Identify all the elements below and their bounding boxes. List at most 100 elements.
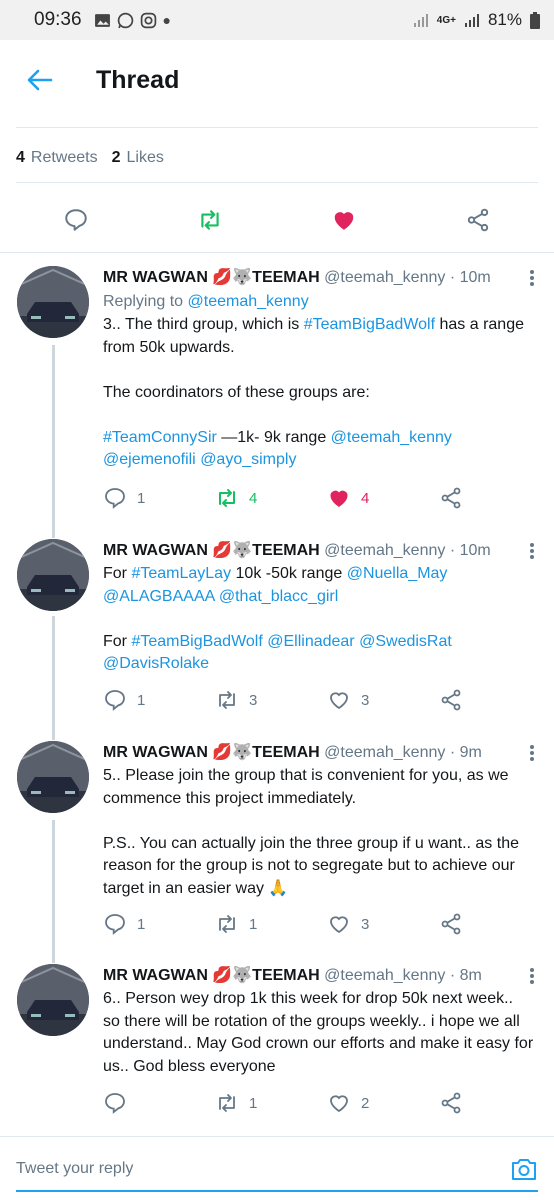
replying-handle[interactable]: @teemah_kenny <box>188 293 309 310</box>
hashtag-link[interactable]: #TeamConnySir <box>103 429 217 446</box>
retweet-button[interactable]: 1 <box>215 912 285 936</box>
author-handle[interactable]: @teemah_kenny <box>324 967 445 984</box>
retweet-button[interactable]: 1 <box>215 1091 285 1115</box>
page-title: Thread <box>96 65 180 94</box>
share-button[interactable] <box>439 1091 463 1115</box>
reply-button[interactable]: 1 <box>103 486 173 510</box>
text: The coordinators of these groups are: <box>103 383 370 401</box>
tweet-actions: 1 3 3 <box>103 685 463 715</box>
tweet-time: · 10m <box>449 269 491 286</box>
author-handle[interactable]: @teemah_kenny <box>324 542 445 559</box>
mention-link[interactable]: @Nuella_May <box>347 565 448 582</box>
retweet-icon <box>219 691 235 709</box>
share-icon <box>441 487 461 509</box>
hashtag-link[interactable]: #TeamBigBadWolf <box>304 316 435 333</box>
tweet-time: · 10m <box>449 542 491 559</box>
more-options-icon[interactable] <box>524 268 540 288</box>
mention-link[interactable]: @Ellinadear <box>267 633 354 650</box>
composer-underline <box>16 1190 538 1192</box>
text: 6.. Person wey drop 1k this week for dro… <box>103 990 534 1075</box>
author-handle[interactable]: @teemah_kenny <box>324 744 445 761</box>
share-button[interactable] <box>439 486 463 510</box>
hashtag-link[interactable]: #TeamBigBadWolf <box>131 633 262 650</box>
mention-link[interactable]: @teemah_kenny <box>331 429 452 446</box>
reply-icon <box>105 1093 125 1114</box>
reply-icon <box>105 690 125 711</box>
mention-link[interactable]: @ayo_simply <box>200 451 296 468</box>
text: 5.. Please join the group that is conven… <box>103 767 509 807</box>
text: For <box>103 565 132 582</box>
reply-composer[interactable]: Tweet your reply <box>0 1136 554 1200</box>
share-icon <box>441 689 461 711</box>
back-arrow-icon <box>27 69 53 91</box>
retweet-icon[interactable] <box>196 207 224 233</box>
app-header: Thread <box>0 40 554 120</box>
like-button[interactable]: 2 <box>327 1091 397 1115</box>
mention-link[interactable]: @that_blacc_girl <box>219 588 338 605</box>
author-name[interactable]: MR WAGWAN 💋🐺TEEMAH <box>103 744 320 761</box>
divider <box>16 127 538 128</box>
author-name[interactable]: MR WAGWAN 💋🐺TEEMAH <box>103 269 320 286</box>
more-options-icon[interactable] <box>524 966 540 986</box>
reply-icon[interactable] <box>63 207 89 233</box>
share-button[interactable] <box>439 912 463 936</box>
like-icon <box>330 490 348 507</box>
tweet-meta: MR WAGWAN 💋🐺TEEMAH @teemah_kenny · 9m <box>103 741 534 765</box>
camera-icon[interactable] <box>510 1156 538 1182</box>
reply-button[interactable] <box>103 1091 173 1115</box>
tweet-time: · 9m <box>449 744 482 761</box>
tweet-body: 6.. Person wey drop 1k this week for dro… <box>103 988 534 1078</box>
like-button[interactable]: 3 <box>327 912 397 936</box>
thread-connector <box>52 345 55 538</box>
tweet-actions: 1 2 <box>103 1088 463 1118</box>
mention-link[interactable]: @SwedisRat <box>359 633 452 650</box>
more-options-icon[interactable] <box>524 743 540 763</box>
reply-icon <box>105 914 125 935</box>
avatar[interactable] <box>17 741 89 813</box>
wifi-signal-icon <box>413 14 428 27</box>
more-options-icon[interactable] <box>524 541 540 561</box>
like-count: 3 <box>361 691 370 709</box>
like-button[interactable]: 3 <box>327 688 397 712</box>
reply-input[interactable]: Tweet your reply <box>16 1160 133 1178</box>
share-button[interactable] <box>439 688 463 712</box>
main-tweet-actions <box>0 195 554 245</box>
author-handle[interactable]: @teemah_kenny <box>324 269 445 286</box>
retweet-count: 4 <box>249 489 258 507</box>
reply-button[interactable]: 1 <box>103 688 173 712</box>
whatsapp-icon <box>117 12 133 28</box>
avatar[interactable] <box>17 266 89 338</box>
like-button[interactable]: 4 <box>327 486 397 510</box>
avatar[interactable] <box>17 964 89 1036</box>
likes-label: Likes <box>126 149 164 166</box>
share-icon <box>441 913 461 935</box>
divider <box>16 182 538 183</box>
reply-button[interactable]: 1 <box>103 912 173 936</box>
retweets-stat[interactable]: 4 Retweets <box>16 149 98 167</box>
share-icon[interactable] <box>465 207 491 233</box>
hashtag-link[interactable]: #TeamLayLay <box>131 565 231 582</box>
tweet-actions: 1 1 3 <box>103 909 463 939</box>
like-icon[interactable] <box>330 207 358 233</box>
like-outline-icon <box>330 1095 348 1113</box>
mention-link[interactable]: @DavisRolake <box>103 655 209 672</box>
tweet-body: 5.. Please join the group that is conven… <box>103 765 534 900</box>
retweet-button[interactable]: 4 <box>215 486 285 510</box>
tweet-body: 3.. The third group, which is #TeamBigBa… <box>103 314 534 472</box>
status-time: 09:36 <box>34 9 82 30</box>
author-name[interactable]: MR WAGWAN 💋🐺TEEMAH <box>103 967 320 984</box>
mention-link[interactable]: @ejemenofili <box>103 451 196 468</box>
likes-stat[interactable]: 2 Likes <box>112 149 164 167</box>
like-outline-icon <box>330 692 348 710</box>
back-button[interactable] <box>18 58 62 102</box>
text: —1k- 9k range <box>216 428 331 446</box>
retweet-count: 3 <box>249 691 258 709</box>
retweet-button[interactable]: 3 <box>215 688 285 712</box>
replying-to: Replying to @teemah_kenny <box>103 290 534 314</box>
tweet-meta: MR WAGWAN 💋🐺TEEMAH @teemah_kenny · 10m <box>103 539 534 563</box>
author-name[interactable]: MR WAGWAN 💋🐺TEEMAH <box>103 542 320 559</box>
car-avatar-icon <box>17 741 89 813</box>
mention-link[interactable]: @ALAGBAAAA <box>103 588 214 605</box>
divider <box>0 252 554 253</box>
avatar[interactable] <box>17 539 89 611</box>
